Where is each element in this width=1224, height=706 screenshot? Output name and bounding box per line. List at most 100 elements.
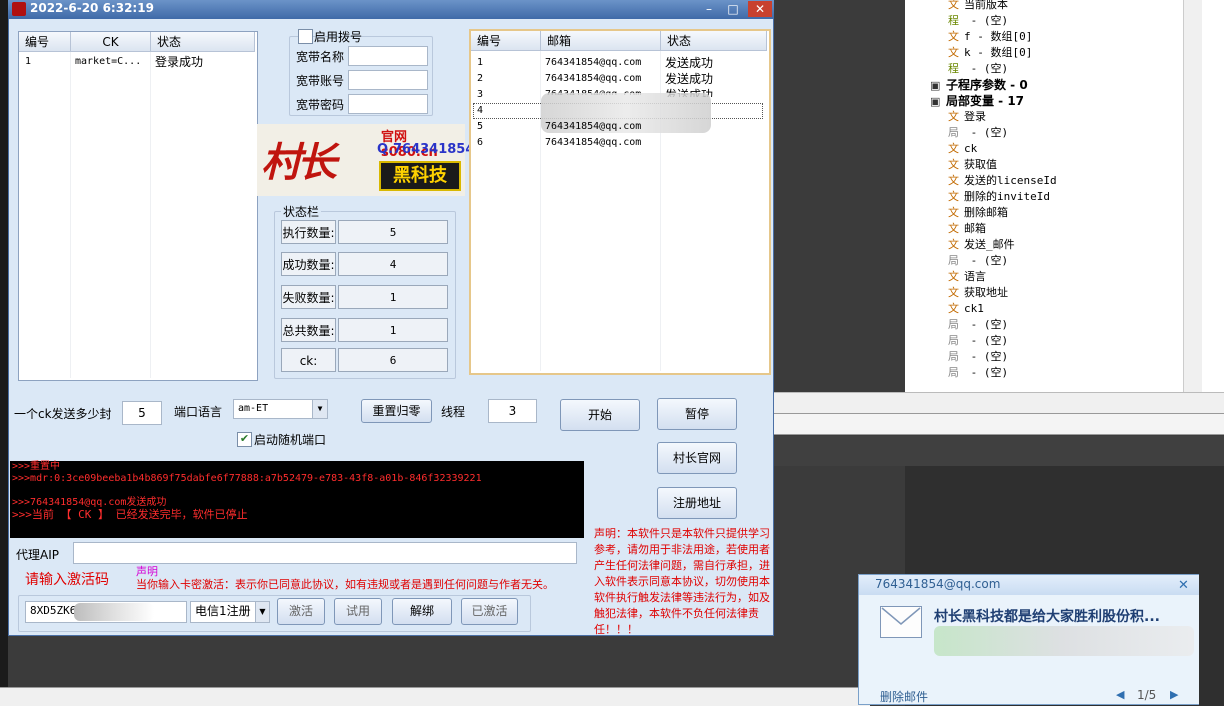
tree-section[interactable]: ▣ 子程序参数 - 0 [930,77,1028,93]
next-icon[interactable]: ▶ [1170,688,1178,701]
start-button[interactable]: 开始 [560,399,640,431]
tree-item[interactable]: 文登录 [948,109,986,125]
tree-item[interactable]: 文 ck [948,141,977,157]
variable-type-icon: 程 [948,62,959,75]
variable-type-icon: 文 [948,206,959,219]
tree-item-label: - (空) [964,62,1009,75]
chevron-down-icon[interactable]: ▼ [312,400,327,418]
unbind-button[interactable]: 解绑 [392,598,452,625]
variable-type-icon: 局 [948,334,959,347]
mail-table-header-status[interactable]: 状态 [661,31,767,51]
tree-item[interactable]: 文删除的inviteId [948,189,1050,205]
port-language-select[interactable]: am-ET ▼ [233,399,328,419]
ide-left-strip [0,0,8,705]
tree-item[interactable]: 程 - (空) [948,61,1008,77]
ck-table-header-status[interactable]: 状态 [151,32,255,52]
app-icon [12,2,26,16]
carrier-select[interactable]: 电信1注册 ▼ [190,601,270,623]
ide-background-strip [1199,574,1224,705]
tree-section[interactable]: ▣ 局部变量 - 17 [930,93,1024,109]
previous-icon[interactable]: ◀ [1116,688,1124,701]
ck-table-header-id[interactable]: 编号 [19,32,71,52]
tree-item[interactable]: 程 - (空) [948,13,1008,29]
tree-item[interactable]: 文删除邮箱 [948,205,1008,221]
ck-table-header-ck[interactable]: CK [71,32,151,52]
tree-item[interactable]: 文邮箱 [948,221,986,237]
per-ck-input[interactable]: 5 [122,401,162,425]
mail-table-header-email[interactable]: 邮箱 [541,31,661,51]
redacted-region [934,626,1194,656]
tree-item[interactable]: 文发送_邮件 [948,237,1015,253]
reset-button[interactable]: 重置归零 [361,399,432,423]
broadband-password-label: 宽带密码 [296,98,345,112]
tree-item[interactable]: 文发送的licenseId [948,173,1057,189]
random-port-checkbox[interactable]: ✔ [237,432,252,447]
tree-item[interactable]: 局 - (空) [948,349,1008,365]
broadband-name-input[interactable] [348,46,428,66]
mail-row-status: 发送成功 [665,56,714,70]
variable-type-icon: 文 [948,190,959,203]
tree-item[interactable]: 文 f - 数组[0] [948,29,1032,45]
variable-type-icon: 局 [948,366,959,379]
variable-type-icon: 文 [948,158,959,171]
tree-item[interactable]: 局 - (空) [948,317,1008,333]
total-count-value: 1 [338,318,448,342]
delete-mail-link[interactable]: 删除邮件 [880,688,928,705]
tree-item[interactable]: 文 ck1 [948,301,984,317]
tree-item-label: 当前版本 [964,0,1008,11]
tree-item-label: 子程序参数 - 0 [946,78,1028,92]
activation-code-input[interactable]: 8XD5ZK6 [25,601,187,623]
minimize-icon[interactable]: – [698,1,720,17]
thread-input[interactable]: 3 [488,399,537,423]
proxy-input[interactable] [73,542,577,564]
mail-row-email: 764341854@qq.com [545,57,642,68]
mail-row-id: 6 [477,137,484,148]
total-count-label: 总共数量: [281,318,336,342]
tree-item[interactable]: 文 k - 数组[0] [948,45,1032,61]
log-line: >>>重置中 [12,461,61,472]
maximize-icon[interactable]: □ [722,1,744,17]
ck-table[interactable]: 编号 CK 状态 1 market=C... 登录成功 [18,31,258,381]
mail-table[interactable]: 编号 邮箱 状态 1 764341854@qq.com 发送成功 2 76434… [469,29,771,375]
variable-type-icon: 文 [948,174,959,187]
register-button[interactable]: 注册地址 [657,487,737,519]
mail-table-header-id[interactable]: 编号 [471,31,541,51]
pause-button[interactable]: 暂停 [657,398,737,430]
tree-item[interactable]: 文当前版本 [948,0,1008,13]
log-console[interactable]: >>>重置中 >>>mdr:0:3ce09beeba1b4b869f75dabf… [10,461,584,538]
variable-type-icon: 局 [948,318,959,331]
ide-horizontal-scrollbar[interactable] [774,392,1224,414]
close-icon[interactable]: ✕ [1178,578,1189,593]
port-language-label: 端口语言 [174,405,223,419]
tree-item-label: f - 数组[0] [964,30,1033,43]
broadband-account-input[interactable] [348,70,428,90]
tree-item[interactable]: 局 - (空) [948,253,1008,269]
variable-type-icon: 文 [948,222,959,235]
activate-button[interactable]: 激活 [277,598,325,625]
activated-button[interactable]: 已激活 [461,598,518,625]
enable-dial-checkbox[interactable] [298,29,313,44]
fail-count-value: 1 [338,285,448,309]
tree-item[interactable]: 局 - (空) [948,365,1008,381]
folder-icon: ▣ [930,95,941,108]
envelope-icon [880,606,922,638]
tree-item[interactable]: 局 - (空) [948,333,1008,349]
tree-item-label: ck1 [964,302,984,315]
executed-count-value: 5 [338,220,448,244]
trial-button[interactable]: 试用 [334,598,382,625]
broadband-password-input[interactable] [348,94,428,114]
tree-item[interactable]: 文获取地址 [948,285,1008,301]
broadband-name-label: 宽带名称 [296,50,345,64]
ide-bottom-scrollbar[interactable] [0,687,870,706]
site-button[interactable]: 村长官网 [657,442,737,474]
tree-item[interactable]: 局 - (空) [948,125,1008,141]
close-icon[interactable]: ✕ [748,1,772,17]
notification-subject[interactable]: 村长黑科技都是给大家胜利股份积... [934,606,1160,626]
mail-row-email: 764341854@qq.com [545,121,642,132]
chevron-down-icon[interactable]: ▼ [255,602,269,622]
ide-vertical-scrollbar[interactable] [1183,0,1202,392]
tree-item[interactable]: 文语言 [948,269,986,285]
tree-item[interactable]: 文获取值 [948,157,997,173]
ck-count-label: ck: [281,348,336,372]
executed-count-label: 执行数量: [281,220,336,244]
